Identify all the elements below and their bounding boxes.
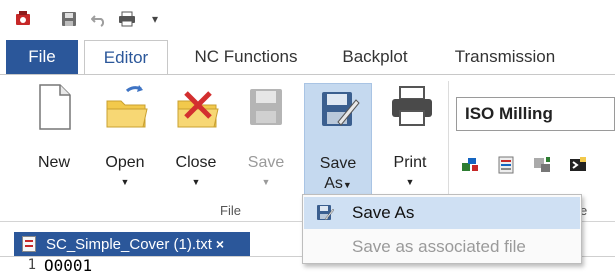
printer-large-icon	[388, 83, 432, 131]
printer-icon[interactable]	[118, 10, 136, 28]
save-button[interactable]: Save ▼	[236, 81, 296, 203]
small-tool-icons	[460, 153, 588, 177]
tab-editor[interactable]: Editor	[84, 40, 168, 75]
save-as-label: Save As▼	[320, 154, 356, 195]
close-folder-icon	[174, 83, 219, 131]
menu-item-save-associated[interactable]: Save as associated file	[304, 231, 580, 263]
close-label: Close	[175, 154, 217, 171]
menu-save-associated-label: Save as associated file	[352, 237, 526, 256]
save-as-dropdown-menu: Save As Save as associated file	[302, 194, 582, 264]
print-label: Print	[393, 154, 427, 171]
open-folder-icon	[103, 83, 148, 131]
print-button[interactable]: Print ▼	[380, 81, 440, 203]
menu-save-as-label: Save As	[352, 203, 415, 222]
menu-item-save-as[interactable]: Save As	[304, 197, 580, 229]
new-label: New	[37, 154, 70, 171]
save-as-button[interactable]: Save As▼	[304, 83, 372, 203]
open-caret-icon: ▼	[120, 177, 130, 187]
save-as-small-icon	[316, 204, 335, 222]
close-tab-icon[interactable]: ×	[216, 236, 224, 252]
save-as-caret-icon: ▼	[342, 180, 352, 190]
save-as-label-line1: Save	[319, 155, 357, 172]
tab-backplot[interactable]: Backplot	[326, 40, 424, 74]
ribbon-tabs: File Editor NC Functions Backplot Transm…	[0, 40, 615, 75]
undo-icon[interactable]	[90, 10, 108, 28]
code-compare-icon[interactable]	[496, 155, 516, 175]
customize-toolbar-icon[interactable]: ▾	[146, 10, 164, 28]
app-logo-icon[interactable]	[14, 10, 32, 28]
line-content[interactable]: O0001	[44, 256, 92, 273]
open-label: Open	[105, 154, 145, 171]
close-button[interactable]: Close ▼	[166, 81, 226, 203]
save-caret-icon: ▼	[261, 177, 271, 187]
save-as-label-line2: As	[324, 175, 343, 192]
tab-file[interactable]: File	[6, 40, 78, 74]
close-caret-icon: ▼	[191, 177, 201, 187]
machine-type-combo[interactable]: ISO Milling	[456, 97, 615, 131]
open-button[interactable]: Open ▼	[96, 81, 154, 203]
save-as-icon	[316, 86, 360, 134]
line-number: 1	[27, 257, 36, 273]
nc-file-icon	[22, 236, 36, 252]
new-button[interactable]: New	[30, 81, 78, 203]
cnc-program-icon[interactable]	[568, 155, 588, 175]
tab-nc-functions[interactable]: NC Functions	[176, 40, 316, 74]
tab-transmission[interactable]: Transmission	[440, 40, 570, 74]
save-icon[interactable]	[60, 10, 78, 28]
document-tab[interactable]: SC_Simple_Cover (1).txt ×	[14, 232, 250, 256]
document-tab-title: SC_Simple_Cover (1).txt	[46, 235, 212, 253]
quick-access-toolbar: ▾	[0, 0, 615, 38]
machine-config-icon[interactable]	[460, 155, 480, 175]
print-caret-icon: ▼	[405, 177, 415, 187]
save-disk-icon	[244, 83, 288, 131]
machine-setup-icon[interactable]	[532, 155, 552, 175]
file-group-label: File	[220, 203, 241, 218]
save-label: Save	[247, 154, 285, 171]
new-document-icon	[32, 83, 76, 131]
